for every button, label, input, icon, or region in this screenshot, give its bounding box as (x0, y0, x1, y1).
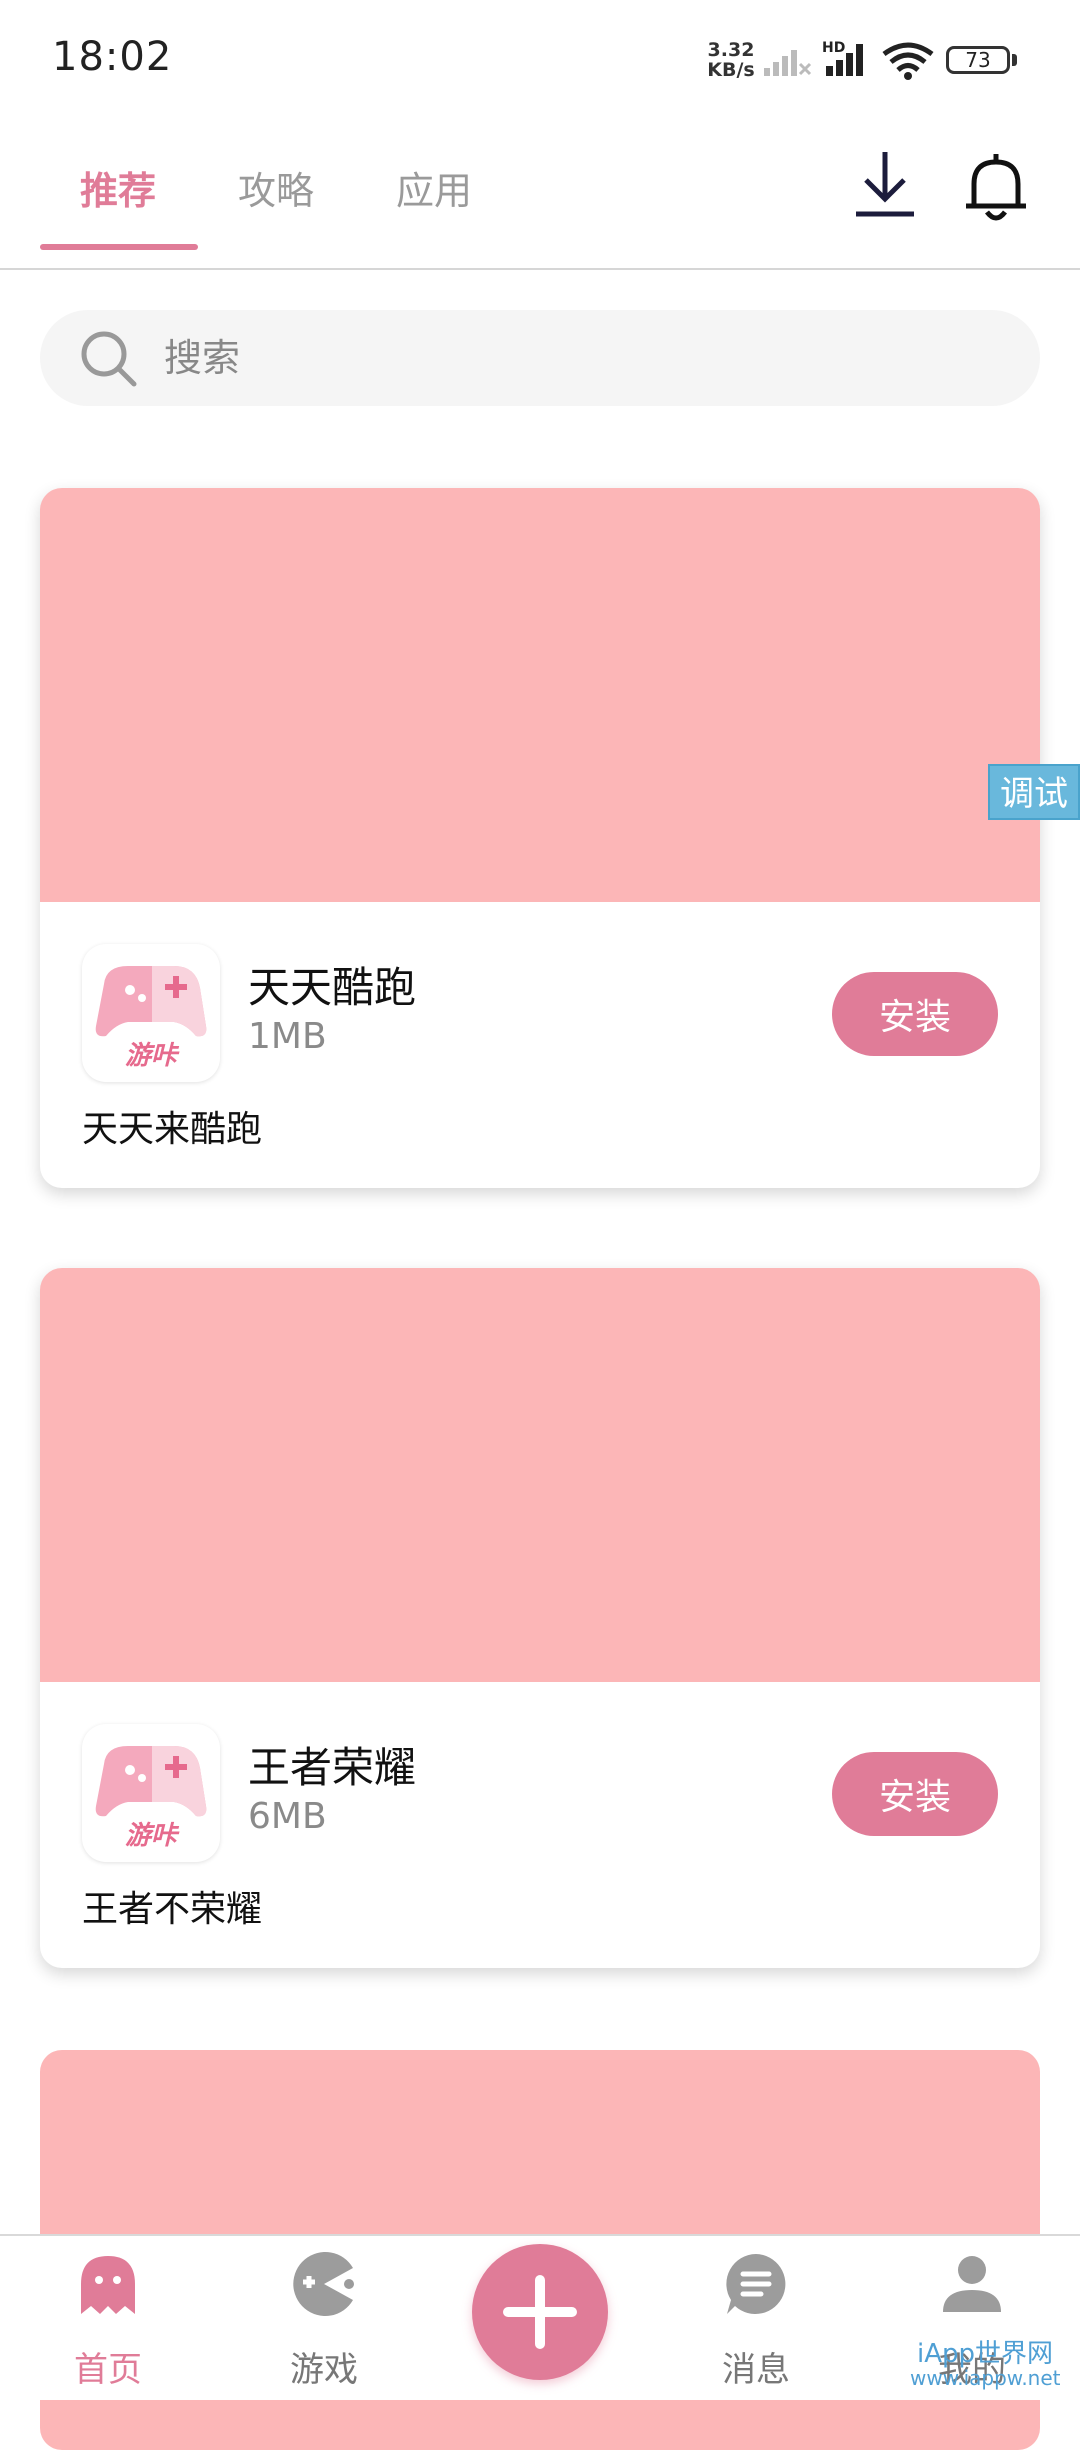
network-speed: 3.32 KB/s (707, 39, 755, 81)
app-name: 天天酷跑 (248, 963, 417, 1012)
app-icon-text: 游咔 (125, 1821, 180, 1851)
ghost-icon (81, 2256, 135, 2314)
app-description: 天天来酷跑 (82, 1109, 263, 1150)
app-description: 王者不荣耀 (82, 1889, 263, 1930)
tab-active-indicator (40, 244, 198, 250)
nav-games-label: 游戏 (290, 2350, 358, 2390)
debug-tag[interactable]: 调试 (988, 764, 1080, 820)
bell-icon[interactable] (962, 150, 1030, 222)
battery-tip (1012, 54, 1017, 66)
install-button[interactable]: 安装 (832, 1752, 998, 1836)
battery-indicator: 73 (946, 46, 1010, 74)
app-card[interactable]: 游咔 王者荣耀 6MB 安装 王者不荣耀 (40, 1268, 1040, 1968)
gamepad-icon (293, 2252, 354, 2316)
app-icon-text: 游咔 (125, 1041, 180, 1071)
plus-icon (503, 2275, 577, 2349)
app-size: 6MB (248, 1796, 327, 1837)
search-input[interactable] (164, 334, 984, 382)
tab-guides[interactable]: 攻略 (238, 160, 314, 215)
watermark: iApp世界网 www.iappw.net (910, 2339, 1061, 2390)
tab-recommend[interactable]: 推荐 (80, 160, 156, 215)
status-bar: 18:02 3.32 KB/s HD 73 (0, 0, 1080, 120)
add-button[interactable] (472, 2244, 608, 2380)
header-divider (0, 268, 1080, 270)
app-card[interactable]: 游咔 天天酷跑 1MB 安装 天天来酷跑 (40, 488, 1040, 1188)
nav-games[interactable]: 游戏 (264, 2250, 384, 2390)
download-icon[interactable] (852, 148, 918, 220)
app-banner[interactable] (40, 1268, 1040, 1682)
nav-messages[interactable]: 消息 (696, 2250, 816, 2390)
app-icon: 游咔 (82, 944, 220, 1082)
signal-weak-icon (764, 50, 812, 76)
search-bar[interactable] (40, 310, 1040, 406)
wifi-icon (882, 42, 934, 80)
app-banner[interactable] (40, 488, 1040, 902)
gamepad-logo-icon: 游咔 (95, 1746, 207, 1851)
gamepad-logo-icon: 游咔 (95, 966, 207, 1071)
app-icon: 游咔 (82, 1724, 220, 1862)
install-button[interactable]: 安装 (832, 972, 998, 1056)
nav-home[interactable]: 首页 (48, 2250, 168, 2390)
app-size: 1MB (248, 1016, 327, 1057)
person-icon (943, 2256, 1001, 2312)
app-name: 王者荣耀 (248, 1743, 417, 1792)
nav-messages-label: 消息 (722, 2350, 790, 2390)
search-icon (81, 331, 137, 387)
message-icon (726, 2254, 786, 2314)
signal-strong-icon (826, 44, 863, 76)
nav-home-label: 首页 (74, 2350, 142, 2390)
tab-apps[interactable]: 应用 (396, 160, 472, 215)
status-time: 18:02 (52, 34, 173, 80)
